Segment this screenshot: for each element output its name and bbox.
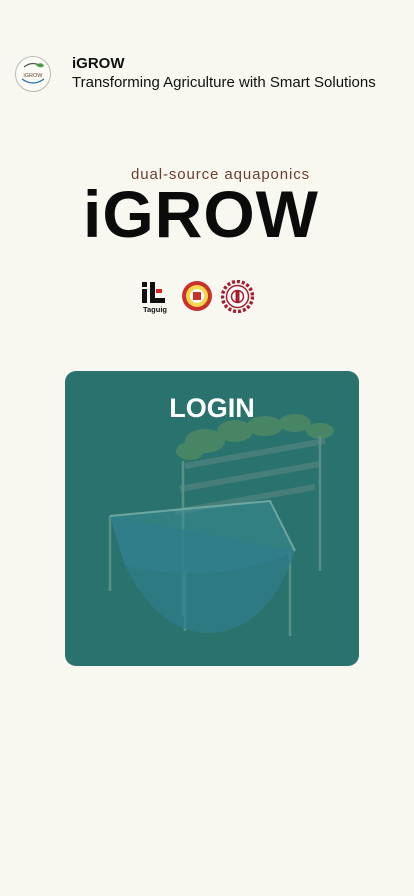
login-button[interactable]: LOGIN — [65, 371, 359, 666]
hero-title: iGROW — [83, 177, 319, 251]
il-taguig-logo: Taguig — [142, 282, 167, 314]
app-name: iGROW — [72, 55, 125, 72]
igrow-logo-icon: iGROW — [15, 56, 51, 92]
app-header: iGROW iGROW Transforming Agriculture wit… — [0, 0, 414, 150]
app-tagline: Transforming Agriculture with Smart Solu… — [72, 74, 376, 91]
svg-text:iGROW: iGROW — [24, 73, 44, 79]
partner-logos: Taguig — [139, 280, 259, 316]
university-seal-icon — [182, 281, 212, 311]
gear-seal-icon — [221, 280, 254, 313]
login-label: LOGIN — [169, 393, 255, 423]
taguig-logo-text: Taguig — [143, 305, 167, 314]
